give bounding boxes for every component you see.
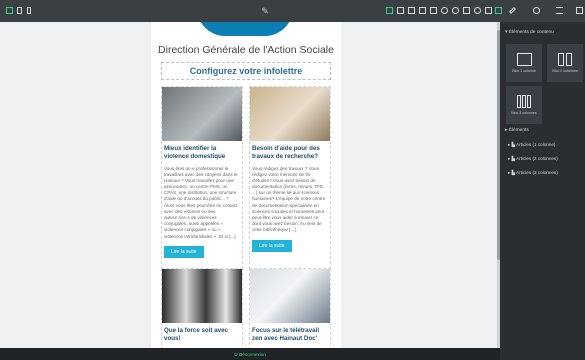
tablet-view-icon[interactable] [15, 6, 24, 15]
menu-icon[interactable] [555, 6, 564, 15]
panel-item-articles-2[interactable]: ▸ ▙ Articles (2 colonnes) [508, 156, 558, 162]
redo-icon[interactable] [451, 6, 460, 15]
app-logo: ✎ [261, 5, 269, 16]
desktop-view-icon[interactable] [5, 6, 14, 15]
import-icon[interactable] [429, 6, 438, 15]
select-icon[interactable] [385, 6, 394, 15]
article-image [162, 269, 242, 323]
read-more-button[interactable]: Lire la suite [164, 245, 204, 258]
editor-canvas[interactable]: Direction Générale de l'Action Sociale C… [0, 22, 500, 348]
article-title: Focus sur le télétravail zen avec Hainau… [252, 327, 320, 342]
article-title: Que la force soit avec vous! [164, 327, 228, 342]
one-column-icon [516, 53, 532, 66]
article-card[interactable]: Besoin d'aide pour des travaux de recher… [249, 86, 331, 284]
panel-item-articles-3[interactable]: ▸ ▙ Articles (3 colonnes) [508, 170, 558, 176]
article-card[interactable]: Mieux identifier la violence domestique … [161, 86, 243, 284]
delete-icon[interactable] [462, 6, 471, 15]
top-toolbar: ✎ [0, 0, 585, 22]
mobile-view-icon[interactable] [24, 6, 33, 15]
three-columns-icon [517, 95, 531, 108]
brush-icon[interactable] [508, 6, 517, 15]
gear-icon[interactable] [532, 6, 541, 15]
two-columns-icon [558, 53, 572, 66]
article-excerpt: Vous rédigez des travaux ? Vous rédigez … [252, 165, 326, 233]
configure-heading[interactable]: Configurez votre infolettre [161, 62, 331, 80]
article-image [250, 87, 330, 141]
block-two-columns[interactable]: Bloc 2 colonnes [547, 44, 583, 82]
newsletter-title: Direction Générale de l'Action Sociale [158, 44, 334, 56]
article-image [162, 87, 242, 141]
grid-icon[interactable] [575, 6, 584, 15]
download-icon[interactable] [418, 6, 427, 15]
block-three-columns[interactable]: Bloc 3 colonnes [506, 86, 542, 124]
expand-icon: ▸ ▙ [508, 170, 517, 175]
article-excerpt: Vous êtes un·e professionnel·le travaill… [164, 165, 238, 239]
export-icon[interactable] [494, 6, 503, 15]
article-card[interactable]: Focus sur le télétravail zen avec Hainau… [249, 268, 331, 348]
layout-section-header[interactable]: ▾ Éléments de contenu [505, 30, 554, 35]
article-title: Mieux identifier la violence domestique [164, 145, 226, 160]
settings-icon[interactable] [484, 6, 493, 15]
code-icon[interactable] [407, 6, 416, 15]
read-more-button[interactable]: Lire la suite [252, 239, 292, 252]
elements-section-header[interactable]: ▸ Éléments [505, 128, 529, 133]
block-one-column[interactable]: Bloc 1 colonne [506, 44, 542, 82]
preview-icon[interactable] [473, 6, 482, 15]
expand-icon: ▸ ▙ [508, 156, 517, 161]
logout-link[interactable]: ⏻ Déconnexion [234, 352, 266, 357]
panel-item-articles-1[interactable]: ▸ ▙ Articles (1 colonne) [508, 142, 555, 148]
header-banner-image [197, 22, 293, 36]
article-image [250, 269, 330, 323]
newsletter-preview[interactable]: Direction Générale de l'Action Sociale C… [151, 22, 341, 348]
article-title: Besoin d'aide pour des travaux de recher… [252, 145, 320, 160]
article-card[interactable]: Que la force soit avec vous! [161, 268, 243, 348]
bottom-bar: ⏻ Déconnexion [0, 348, 500, 360]
expand-icon: ▸ ▙ [508, 142, 517, 147]
fullscreen-icon[interactable] [396, 6, 405, 15]
undo-icon[interactable] [440, 6, 449, 15]
